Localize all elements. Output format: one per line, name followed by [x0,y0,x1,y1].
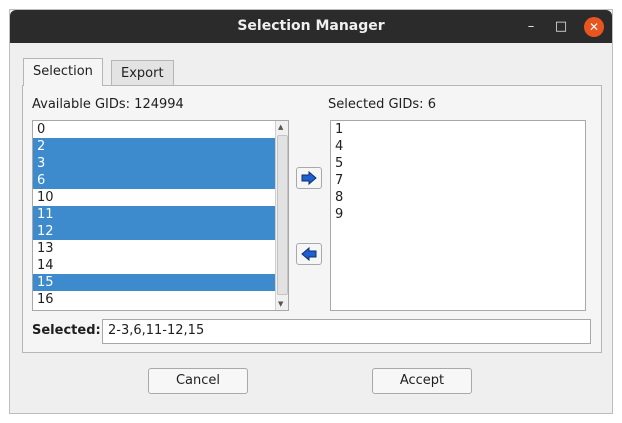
maximize-button[interactable]: □ [551,17,571,37]
scrollbar-thumb[interactable] [277,135,288,295]
selected-gid-item[interactable]: 8 [331,189,585,206]
available-gids-label: Available GIDs: 124994 [32,97,184,112]
title-bar[interactable]: Selection Manager – □ ✕ [10,10,612,43]
arrow-right-icon [301,171,317,185]
tab-selection[interactable]: Selection [23,58,103,86]
available-gid-item[interactable]: 3 [33,155,288,172]
available-gid-item[interactable]: 16 [33,291,288,308]
available-gid-item[interactable]: 15 [33,274,288,291]
vertical-scrollbar[interactable]: ▲ ▼ [275,121,288,310]
cancel-button[interactable]: Cancel [148,368,248,394]
selected-gids-list[interactable]: 145789 [330,120,586,311]
available-gid-item[interactable]: 13 [33,240,288,257]
selected-gid-item[interactable]: 5 [331,155,585,172]
selected-ranges-input[interactable]: 2-3,6,11-12,15 [102,319,591,344]
available-gid-item[interactable]: 6 [33,172,288,189]
arrow-left-icon [301,247,317,261]
add-selected-button[interactable] [296,167,322,189]
remove-selected-button[interactable] [296,243,322,265]
selected-gid-item[interactable]: 9 [331,206,585,223]
close-button[interactable]: ✕ [584,17,604,37]
selected-gid-item[interactable]: 4 [331,138,585,155]
available-gids-rows: 0 2 3 6 10 11 12 13 14 15 16 [33,121,288,308]
selected-gids-rows: 145789 [331,121,585,223]
available-gid-item[interactable]: 10 [33,189,288,206]
selection-manager-window: Selection Manager – □ ✕ Selection Export… [9,9,613,414]
available-gids-list[interactable]: 0 2 3 6 10 11 12 13 14 15 16 ▲ ▼ [32,120,289,311]
selected-gids-label: Selected GIDs: 6 [328,97,436,112]
available-gid-item[interactable]: 11 [33,206,288,223]
available-gid-item[interactable]: 2 [33,138,288,155]
available-gid-item[interactable]: 0 [33,121,288,138]
selection-panel: Available GIDs: 124994 Selected GIDs: 6 … [22,85,602,353]
selected-gid-item[interactable]: 7 [331,172,585,189]
minimize-button[interactable]: – [521,17,541,37]
available-gid-item[interactable]: 12 [33,223,288,240]
accept-button[interactable]: Accept [372,368,472,394]
selected-gid-item[interactable]: 1 [331,121,585,138]
tab-export[interactable]: Export [111,60,174,86]
scroll-up-icon[interactable]: ▲ [278,123,283,131]
scroll-down-icon[interactable]: ▼ [278,300,283,308]
available-gid-item[interactable]: 14 [33,257,288,274]
selected-field-label: Selected: [32,323,101,338]
